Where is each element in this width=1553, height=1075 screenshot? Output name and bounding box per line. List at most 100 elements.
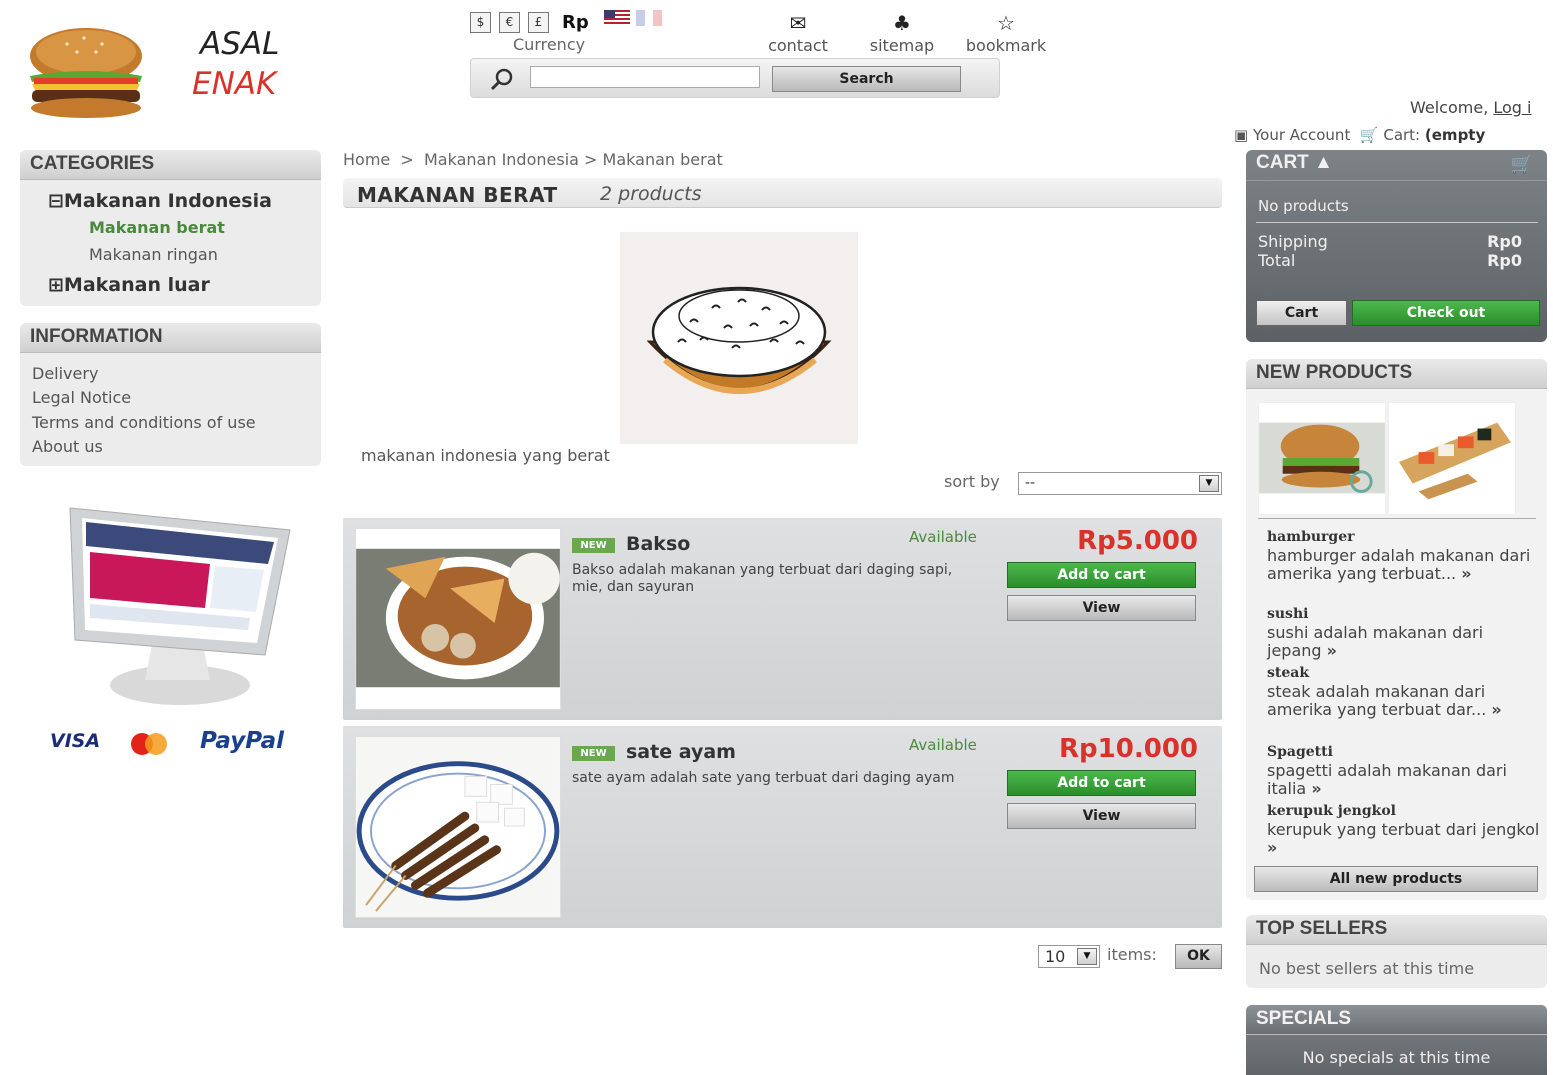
currency-selected[interactable]: Rp	[562, 12, 589, 33]
new-product-description: hamburger adalah makanan dari amerika ya…	[1267, 547, 1542, 583]
categories-title: CATEGORIES	[20, 150, 321, 180]
info-link-delivery[interactable]: Delivery	[32, 364, 98, 383]
product-image-sate-ayam[interactable]	[355, 736, 561, 918]
sort-by-label: sort by	[944, 472, 1000, 491]
product-card: NEW Bakso Available Bakso adalah makanan…	[343, 518, 1222, 720]
bookmark-link[interactable]: ☆ bookmark	[956, 10, 1056, 55]
france-flag-icon[interactable]	[636, 10, 662, 26]
new-product-description: spagetti adalah makanan dari italia »	[1267, 762, 1542, 798]
top-sellers-title[interactable]: TOP SELLERS	[1246, 915, 1547, 945]
information-block: INFORMATION Delivery Legal Notice Terms …	[20, 323, 321, 466]
cart-trolley-icon: 🛒	[1359, 126, 1379, 144]
cart-title-text: CART	[1256, 152, 1309, 173]
specials-title[interactable]: SPECIALS	[1246, 1005, 1547, 1035]
us-flag-icon[interactable]	[604, 10, 630, 26]
expand-icon[interactable]: ⊞	[48, 274, 64, 296]
product-description: Bakso adalah makanan yang terbuat dari d…	[572, 562, 953, 595]
info-link-about-us[interactable]: About us	[32, 437, 103, 456]
account-row: ▣ Your Account 🛒 Cart: (empty	[1234, 126, 1485, 144]
breadcrumb: Home > Makanan Indonesia > Makanan berat	[343, 150, 723, 169]
search-icon	[490, 68, 513, 91]
product-name[interactable]: Bakso	[626, 533, 690, 555]
all-new-products-button[interactable]: All new products	[1254, 866, 1538, 892]
sort-select[interactable]: -- ▼	[1018, 472, 1222, 495]
cart-empty-text: No products	[1258, 197, 1349, 215]
items-per-page-select[interactable]: 10 ▼	[1038, 945, 1100, 968]
divider	[1246, 180, 1547, 181]
ok-button[interactable]: OK	[1175, 944, 1222, 969]
currency-label: Currency	[513, 35, 586, 54]
bookmark-label: bookmark	[965, 36, 1047, 55]
category-makanan-luar[interactable]: ⊞Makanan luar	[48, 274, 210, 296]
new-product-name[interactable]: kerupuk jengkol	[1267, 803, 1396, 819]
chevron-down-icon[interactable]: ▼	[1199, 475, 1219, 492]
chevron-up-icon[interactable]: ▲	[1314, 152, 1333, 173]
add-to-cart-button[interactable]: Add to cart	[1007, 770, 1196, 796]
new-product-thumb-sushi[interactable]	[1388, 402, 1516, 515]
header-cart-label[interactable]: Cart:	[1383, 126, 1420, 144]
new-product-name[interactable]: sushi	[1267, 606, 1308, 622]
contact-label: contact	[768, 36, 828, 55]
category-makanan-indonesia[interactable]: ⊟Makanan Indonesia	[48, 190, 272, 212]
chevron-down-icon[interactable]: ▼	[1077, 948, 1097, 965]
category-description: makanan indonesia yang berat	[361, 446, 610, 465]
more-link[interactable]: »	[1267, 838, 1277, 857]
top-sellers-empty-text: No best sellers at this time	[1259, 959, 1475, 978]
category-makanan-ringan[interactable]: Makanan ringan	[89, 245, 218, 264]
currency-dollar-button[interactable]: $	[470, 12, 491, 33]
cart-button[interactable]: Cart	[1256, 300, 1347, 326]
new-product-desc-text: steak adalah makanan dari amerika yang t…	[1267, 682, 1487, 719]
category-makanan-berat[interactable]: Makanan berat	[89, 218, 225, 237]
items-per-page-value: 10	[1045, 947, 1066, 966]
contact-link[interactable]: ✉ contact	[748, 10, 848, 55]
sitemap-link[interactable]: ♣ sitemap	[852, 10, 952, 55]
monitor-ad-image[interactable]	[60, 480, 300, 712]
total-value: Rp0	[1487, 251, 1522, 270]
more-link[interactable]: »	[1461, 564, 1471, 583]
view-product-button[interactable]: View	[1007, 595, 1196, 621]
divider	[1256, 222, 1538, 223]
breadcrumb-separator: >	[584, 150, 598, 169]
sort-select-value: --	[1025, 475, 1036, 491]
top-sellers-block: TOP SELLERS No best sellers at this time	[1246, 915, 1547, 988]
breadcrumb-home[interactable]: Home	[343, 150, 390, 169]
new-product-name[interactable]: hamburger	[1267, 529, 1354, 545]
product-card: NEW sate ayam Available sate ayam adalah…	[343, 726, 1222, 928]
search-button[interactable]: Search	[772, 66, 961, 92]
cart-title[interactable]: CART ▲	[1256, 152, 1333, 174]
new-badge: NEW	[572, 538, 615, 553]
checkout-button[interactable]: Check out	[1352, 300, 1540, 326]
view-product-button[interactable]: View	[1007, 803, 1196, 829]
collapse-icon[interactable]: ⊟	[48, 190, 64, 212]
visa-logo: VISA	[50, 730, 101, 752]
currency-pound-button[interactable]: £	[528, 12, 549, 33]
new-product-thumb-hamburger[interactable]	[1258, 402, 1386, 515]
breadcrumb-parent[interactable]: Makanan Indonesia	[424, 150, 579, 169]
new-product-name[interactable]: steak	[1267, 665, 1309, 681]
your-account-link[interactable]: Your Account	[1253, 126, 1350, 144]
burger-logo[interactable]	[22, 22, 150, 120]
more-link[interactable]: »	[1327, 641, 1337, 660]
items-label: items:	[1107, 945, 1157, 964]
breadcrumb-current: Makanan berat	[602, 150, 723, 169]
brand-name-line1: ASAL	[200, 26, 280, 62]
info-link-legal-notice[interactable]: Legal Notice	[32, 388, 131, 407]
info-link-terms[interactable]: Terms and conditions of use	[32, 413, 256, 432]
availability-status: Available	[909, 528, 977, 546]
product-name[interactable]: sate ayam	[626, 741, 736, 763]
currency-euro-button[interactable]: €	[499, 12, 520, 33]
product-price: Rp10.000	[1059, 734, 1198, 764]
new-products-title[interactable]: NEW PRODUCTS	[1246, 359, 1547, 389]
paypal-logo: PayPal	[200, 728, 284, 754]
new-product-name[interactable]: Spagetti	[1267, 744, 1333, 760]
login-link[interactable]: Log i	[1493, 98, 1531, 117]
new-product-description: sushi adalah makanan dari jepang »	[1267, 624, 1542, 660]
more-link[interactable]: »	[1491, 700, 1501, 719]
mastercard-logo	[131, 733, 167, 755]
sitemap-label: sitemap	[869, 36, 935, 55]
total-label: Total	[1258, 251, 1296, 270]
more-link[interactable]: »	[1311, 779, 1321, 798]
search-input[interactable]	[530, 66, 760, 88]
add-to-cart-button[interactable]: Add to cart	[1007, 562, 1196, 588]
product-image-bakso[interactable]	[355, 528, 561, 710]
